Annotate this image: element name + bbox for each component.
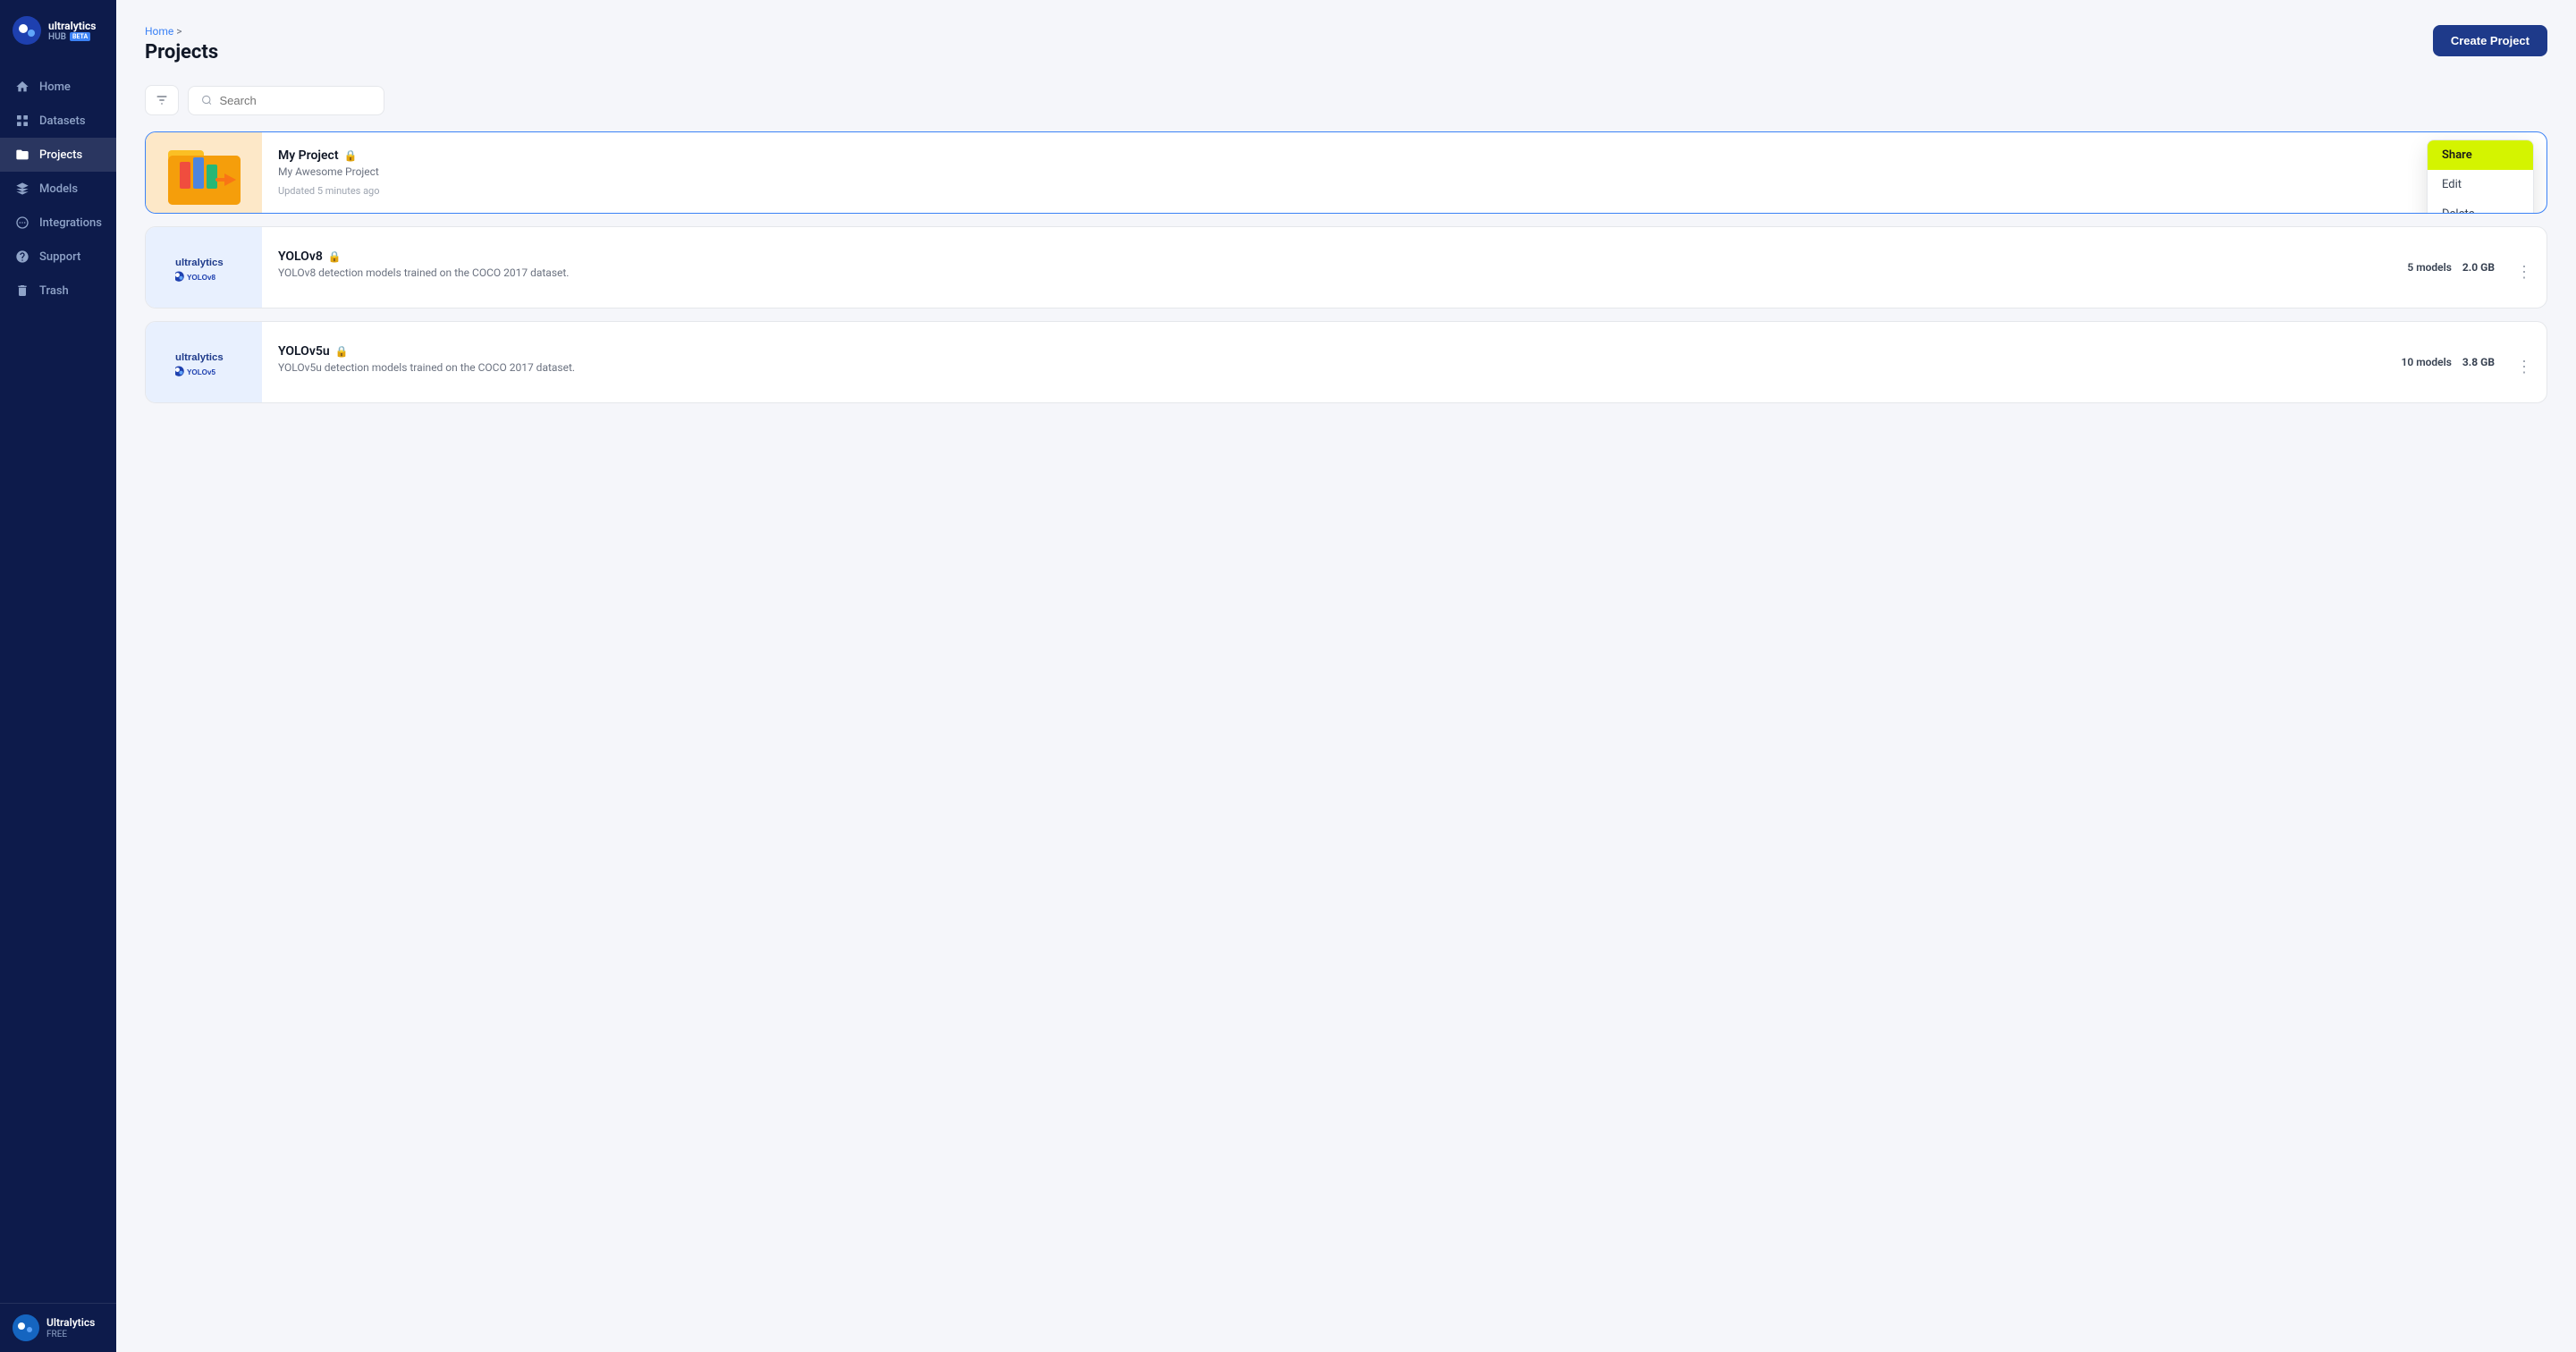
sidebar-item-support[interactable]: Support — [0, 240, 116, 274]
sidebar-item-projects-label: Projects — [39, 148, 82, 162]
projects-icon — [14, 147, 30, 163]
beta-badge: BETA — [70, 32, 90, 41]
card-desc-yolov8: YOLOv8 detection models trained on the C… — [278, 266, 2391, 279]
breadcrumb-separator: > — [176, 25, 182, 38]
more-button-yolov5u[interactable]: ⋮ — [2513, 354, 2536, 380]
search-icon — [201, 94, 212, 106]
sidebar-item-projects[interactable]: Projects — [0, 138, 116, 172]
project-card-yolov8[interactable]: ultralytics YOLOv8 YOLOv8 🔒 YOLOv8 detec… — [145, 226, 2547, 308]
card-desc-my-project: My Awesome Project — [278, 165, 2435, 178]
filter-icon — [155, 93, 169, 107]
search-bar — [188, 86, 384, 115]
user-info[interactable]: Ultralytics FREE — [13, 1314, 104, 1341]
svg-text:YOLOv8: YOLOv8 — [187, 274, 215, 282]
models-count-yolov8: 5 models — [2407, 261, 2452, 274]
page-title: Projects — [145, 41, 218, 63]
lock-icon-yolov8: 🔒 — [328, 250, 342, 263]
card-content-my-project: My Project 🔒 My Awesome Project Updated … — [262, 134, 2451, 211]
card-actions-yolov5u: ⋮ — [2502, 345, 2546, 380]
size-yolov5u: 3.8 GB — [2462, 356, 2495, 368]
card-actions-yolov8: ⋮ — [2502, 250, 2546, 285]
sidebar-item-home-label: Home — [39, 80, 71, 94]
yolov5-logo: ultralytics YOLOv5 — [175, 344, 233, 380]
dropdown-share[interactable]: Share — [2428, 140, 2533, 170]
sidebar-nav: Home Datasets Projects Models — [0, 63, 116, 1303]
card-title-yolov5u: YOLOv5u 🔒 — [278, 344, 2386, 359]
logo: ultralytics HUB BETA — [0, 0, 116, 63]
page-header: Home > Projects Create Project — [145, 25, 2547, 63]
models-count-yolov5u: 10 models — [2402, 356, 2452, 368]
dropdown-edit[interactable]: Edit — [2428, 170, 2533, 199]
yolov8-logo: ultralytics YOLOv8 — [175, 249, 233, 285]
project-thumbnail-yolov8: ultralytics YOLOv8 — [146, 227, 262, 308]
card-meta-yolov8: 5 models 2.0 GB — [2407, 261, 2502, 274]
size-yolov8: 2.0 GB — [2462, 261, 2495, 274]
main-content: Home > Projects Create Project — [116, 0, 2576, 1352]
folder-icon — [166, 139, 242, 207]
breadcrumb: Home > — [145, 25, 218, 38]
trash-icon — [14, 283, 30, 299]
sidebar-item-home[interactable]: Home — [0, 70, 116, 104]
ultralytics-logo-icon — [13, 16, 41, 45]
card-desc-yolov5u: YOLOv5u detection models trained on the … — [278, 361, 2386, 374]
user-name: Ultralytics — [46, 1316, 95, 1329]
card-title-yolov8: YOLOv8 🔒 — [278, 249, 2391, 264]
project-thumbnail-yolov5u: ultralytics YOLOv5 — [146, 322, 262, 402]
sidebar-item-models-label: Models — [39, 182, 78, 196]
project-card-my-project[interactable]: My Project 🔒 My Awesome Project Updated … — [145, 131, 2547, 214]
support-icon — [14, 249, 30, 265]
dropdown-delete-label: Delete — [2442, 207, 2475, 214]
models-icon — [14, 181, 30, 197]
logo-sub: HUB — [48, 32, 66, 42]
lock-icon: 🔒 — [344, 149, 358, 162]
search-input[interactable] — [219, 94, 371, 107]
card-updated-my-project: Updated 5 minutes ago — [278, 185, 2435, 197]
svg-text:ultralytics: ultralytics — [175, 258, 224, 268]
create-project-button[interactable]: Create Project — [2433, 25, 2547, 56]
filter-button[interactable] — [145, 85, 179, 115]
datasets-icon — [14, 113, 30, 129]
svg-text:ultralytics: ultralytics — [175, 352, 224, 363]
user-plan: FREE — [46, 1330, 95, 1339]
sidebar-item-integrations-label: Integrations — [39, 216, 102, 230]
sidebar-item-models[interactable]: Models — [0, 172, 116, 206]
breadcrumb-home[interactable]: Home — [145, 25, 173, 38]
dropdown-delete[interactable]: Delete — [2428, 199, 2533, 214]
avatar — [13, 1314, 39, 1341]
dropdown-edit-label: Edit — [2442, 178, 2462, 191]
dropdown-menu-my-project: Share Edit Delete — [2427, 139, 2534, 214]
toolbar — [145, 85, 2547, 115]
dropdown-share-label: Share — [2442, 148, 2472, 162]
sidebar-item-integrations[interactable]: Integrations — [0, 206, 116, 240]
card-content-yolov8: YOLOv8 🔒 YOLOv8 detection models trained… — [262, 235, 2407, 300]
card-content-yolov5u: YOLOv5u 🔒 YOLOv5u detection models train… — [262, 330, 2402, 395]
lock-icon-yolov5u: 🔒 — [335, 345, 349, 358]
share-arrow — [2427, 145, 2428, 166]
sidebar-bottom: Ultralytics FREE — [0, 1303, 116, 1352]
home-icon — [14, 79, 30, 95]
card-meta-yolov5u: 10 models 3.8 GB — [2402, 356, 2503, 368]
project-thumbnail-my-project — [146, 132, 262, 213]
sidebar-item-datasets[interactable]: Datasets — [0, 104, 116, 138]
sidebar-item-trash-label: Trash — [39, 284, 69, 298]
sidebar: ultralytics HUB BETA Home Datasets — [0, 0, 116, 1352]
card-title-my-project: My Project 🔒 — [278, 148, 2435, 163]
project-card-yolov5u[interactable]: ultralytics YOLOv5 YOLOv5u 🔒 YOLOv5u det… — [145, 321, 2547, 403]
integrations-icon — [14, 215, 30, 231]
more-button-yolov8[interactable]: ⋮ — [2513, 259, 2536, 285]
sidebar-item-datasets-label: Datasets — [39, 114, 86, 128]
sidebar-item-support-label: Support — [39, 250, 80, 264]
logo-text: ultralytics — [48, 20, 96, 32]
sidebar-item-trash[interactable]: Trash — [0, 274, 116, 308]
svg-text:YOLOv5: YOLOv5 — [187, 368, 215, 376]
